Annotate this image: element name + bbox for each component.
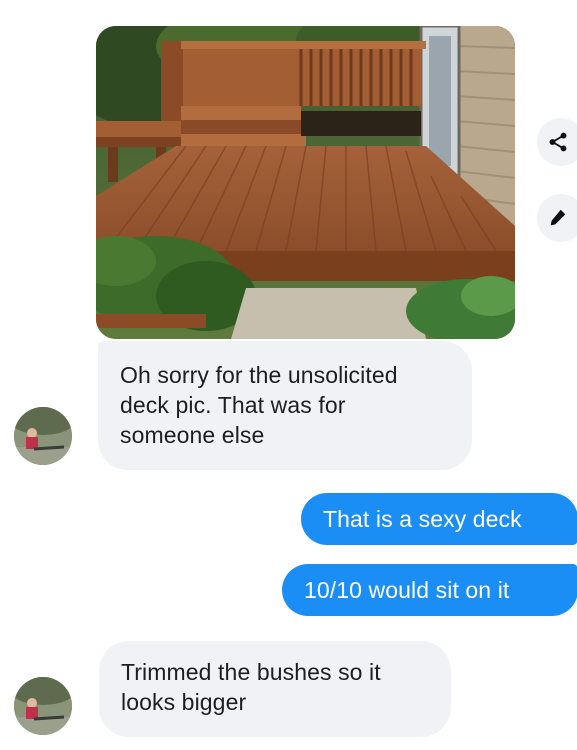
incoming-message-bubble[interactable]: Trimmed the bushes so it looks bigger [99,641,451,737]
message-text-line: someone else [120,422,265,448]
edit-button[interactable] [537,194,577,242]
share-button[interactable] [537,118,577,166]
message-text-line: Oh sorry for the unsolicited [120,362,398,388]
deck-photo-message[interactable] [96,26,515,339]
outgoing-message-bubble[interactable]: That is a sexy deck [301,493,577,545]
contact-avatar[interactable] [14,677,72,735]
avatar-photo [14,677,72,735]
pencil-icon [550,209,566,226]
contact-avatar[interactable] [14,407,72,465]
avatar-photo [14,407,72,465]
deck-photo [96,26,515,339]
incoming-message-bubble[interactable]: Oh sorry for the unsolicited deck pic. T… [98,341,472,470]
message-text-line: looks bigger [121,689,247,715]
message-text-line: deck pic. That was for [120,392,346,418]
share-icon [549,132,567,152]
chat-screen: Oh sorry for the unsolicited deck pic. T… [0,0,577,750]
outgoing-message-bubble[interactable]: 10/10 would sit on it [282,564,577,616]
message-text-line: Trimmed the bushes so it [121,659,381,685]
